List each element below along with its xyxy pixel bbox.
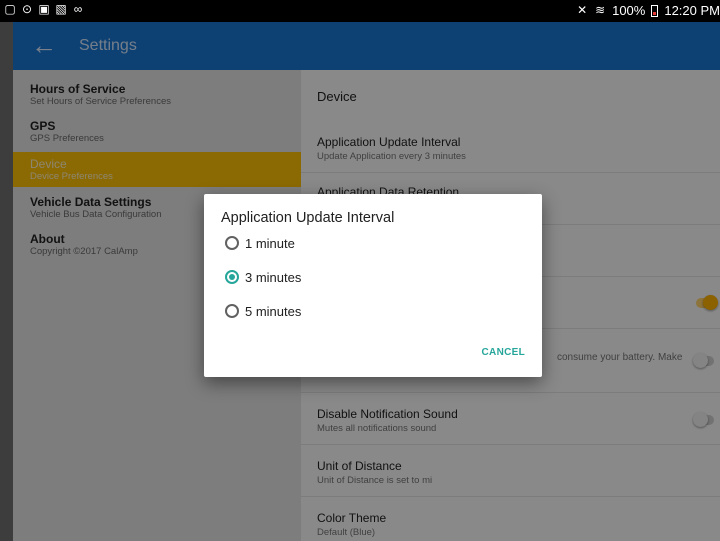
- clock: 12:20 PM: [664, 3, 720, 18]
- dialog-title: Application Update Interval: [221, 210, 395, 226]
- cancel-button[interactable]: CANCEL: [482, 347, 525, 358]
- radio-checked-icon[interactable]: [225, 270, 239, 284]
- radio-unchecked-icon[interactable]: [225, 304, 239, 318]
- update-interval-dialog: Application Update Interval 1 minute 3 m…: [204, 194, 542, 377]
- image-icon: ▣: [38, 2, 50, 16]
- status-icons-right: ✕ ≋ 100% 12:20 PM: [576, 3, 720, 18]
- mute-icon: ✕: [577, 3, 588, 17]
- notification-icon: ▢: [4, 2, 16, 16]
- status-bar: ▢ ⊙ ▣ ▧ ∞ ✕ ≋ 100% 12:20 PM: [0, 0, 720, 22]
- option-5-minutes[interactable]: 5 minutes: [225, 301, 301, 321]
- option-1-minute[interactable]: 1 minute: [225, 233, 295, 253]
- radio-unchecked-icon[interactable]: [225, 236, 239, 250]
- screen: ▢ ⊙ ▣ ▧ ∞ ✕ ≋ 100% 12:20 PM ← Settings H…: [0, 0, 720, 541]
- option-label: 3 minutes: [245, 269, 302, 285]
- battery-icon: [651, 4, 659, 17]
- wifi-icon: ≋: [595, 3, 606, 17]
- incognito-icon: ∞: [73, 2, 83, 16]
- battery-percent: 100%: [612, 3, 646, 18]
- option-label: 5 minutes: [245, 303, 302, 319]
- option-label: 1 minute: [245, 235, 295, 251]
- option-3-minutes[interactable]: 3 minutes: [225, 267, 301, 287]
- location-icon: ⊙: [21, 2, 33, 16]
- status-icons-left: ▢ ⊙ ▣ ▧ ∞: [4, 3, 84, 16]
- gallery-icon: ▧: [55, 2, 67, 16]
